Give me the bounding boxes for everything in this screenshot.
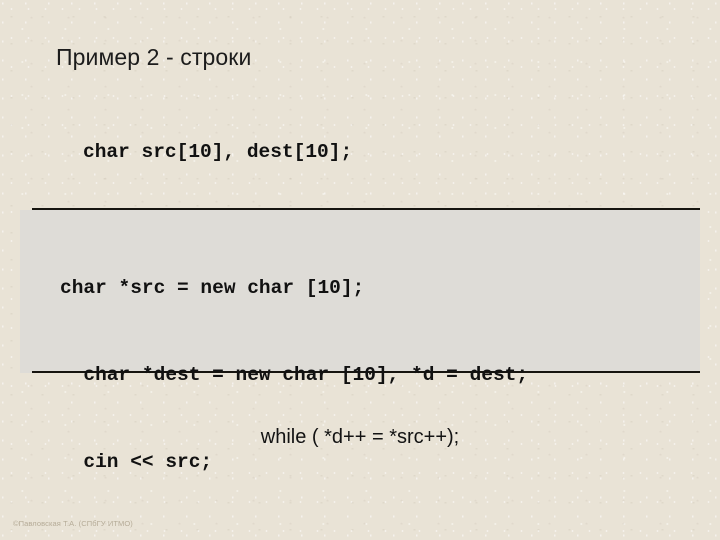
slide-canvas: Пример 2 - строки char src[10], dest[10]…: [0, 0, 720, 540]
bottom-statement: while ( *d++ = *src++);: [260, 426, 460, 448]
page-title: Пример 2 - строки: [56, 44, 252, 70]
code-line: while ( *src != 0) *d++ = *src++;: [60, 535, 528, 540]
code-line: char *dest = new char [10], *d = dest;: [60, 364, 529, 386]
code-line: char src[10], dest[10];: [83, 141, 353, 163]
code-line: cin << src;: [60, 451, 213, 473]
panel-rule-top: [32, 208, 700, 210]
footer-copyright: ©Павловская Т.А. (СПбГУ ИТМО): [13, 519, 133, 528]
code-line: char *src = new char [10];: [60, 277, 365, 299]
code-block-example-pointer: char *src = new char [10]; char *dest = …: [60, 216, 528, 540]
